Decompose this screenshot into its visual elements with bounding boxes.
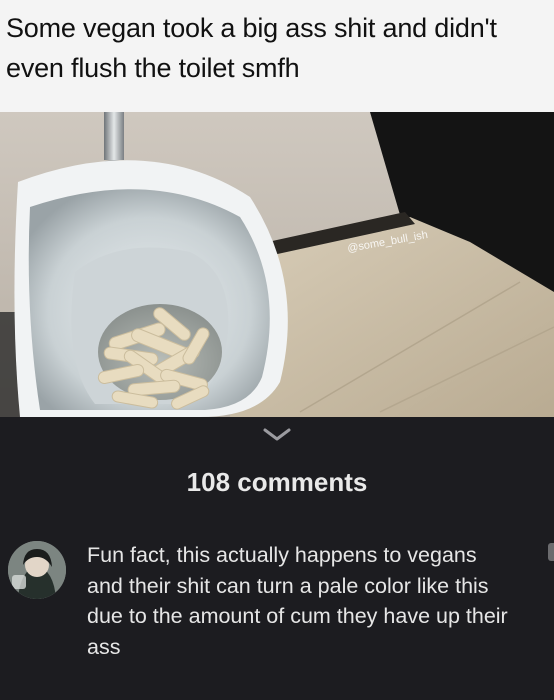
- post-header: Some vegan took a big ass shit and didn'…: [0, 0, 554, 112]
- post-image: @some_bull_ish: [0, 112, 554, 417]
- post-title: Some vegan took a big ass shit and didn'…: [6, 13, 497, 83]
- chevron-down-icon[interactable]: [262, 428, 292, 447]
- avatar[interactable]: [8, 541, 66, 599]
- comments-count[interactable]: 108 comments: [0, 467, 554, 498]
- scroll-edge-indicator: [548, 543, 554, 561]
- comment-text: Fun fact, this actually happens to vegan…: [87, 543, 508, 659]
